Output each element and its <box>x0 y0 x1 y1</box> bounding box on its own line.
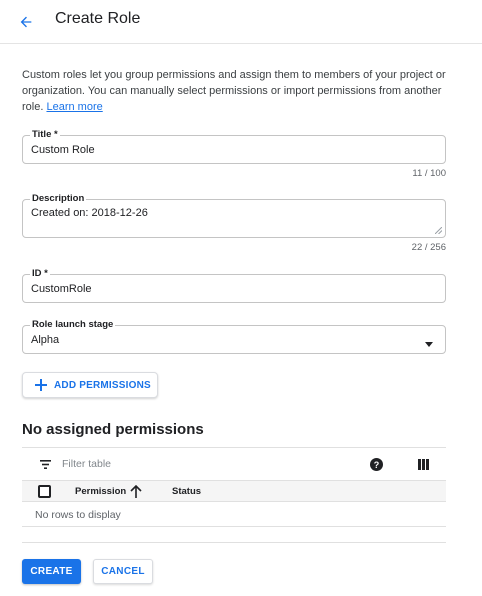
arrow-back-icon <box>20 16 32 28</box>
page-title: Create Role <box>55 10 141 27</box>
divider <box>22 542 446 543</box>
launch-stage-label: Role launch stage <box>30 319 116 331</box>
launch-stage-select[interactable]: Role launch stage Alpha <box>22 319 446 354</box>
description-char-counter: 22 / 256 <box>411 242 446 253</box>
resize-handle-icon[interactable] <box>435 227 442 234</box>
empty-table-message: No rows to display <box>35 509 121 521</box>
table-toolbar: Filter table ? <box>22 448 446 480</box>
id-input-value: CustomRole <box>31 283 92 295</box>
title-input-value: Custom Role <box>31 144 95 156</box>
page-header: Create Role <box>0 0 482 44</box>
description-field-label: Description <box>30 193 87 205</box>
intro-paragraph: Custom roles let you group permissions a… <box>22 67 452 115</box>
learn-more-link[interactable]: Learn more <box>46 101 102 113</box>
help-icon[interactable]: ? <box>370 458 383 471</box>
permissions-table: Filter table ? Permission Status No rows… <box>22 447 446 543</box>
filter-table-input[interactable]: Filter table <box>62 458 111 470</box>
select-all-checkbox[interactable] <box>38 485 51 498</box>
description-field[interactable]: Description Created on: 2018-12-26 <box>22 193 446 238</box>
add-permissions-label: ADD PERMISSIONS <box>54 379 151 391</box>
table-header-row: Permission Status <box>22 480 446 502</box>
dropdown-arrow-icon <box>425 342 433 347</box>
title-field[interactable]: Title * Custom Role <box>22 129 446 164</box>
create-button[interactable]: CREATE <box>22 559 81 584</box>
id-field-label: ID * <box>30 268 50 280</box>
plus-icon <box>35 379 47 391</box>
filter-icon[interactable] <box>40 460 51 469</box>
permissions-section-title: No assigned permissions <box>22 421 204 438</box>
add-permissions-button[interactable]: ADD PERMISSIONS <box>22 372 158 398</box>
arrow-up-icon[interactable] <box>130 485 142 498</box>
cancel-button[interactable]: CANCEL <box>93 559 153 584</box>
back-button[interactable] <box>12 8 40 36</box>
table-empty-row: No rows to display <box>22 502 446 527</box>
title-char-counter: 11 / 100 <box>412 168 446 179</box>
column-header-status[interactable]: Status <box>172 486 201 497</box>
column-display-icon[interactable] <box>418 459 429 470</box>
svg-text:?: ? <box>374 460 380 470</box>
title-field-label: Title * <box>30 129 60 141</box>
id-field[interactable]: ID * CustomRole <box>22 268 446 303</box>
launch-stage-value: Alpha <box>31 334 60 346</box>
description-input-value: Created on: 2018-12-26 <box>31 207 148 219</box>
column-header-permission[interactable]: Permission <box>75 486 126 497</box>
